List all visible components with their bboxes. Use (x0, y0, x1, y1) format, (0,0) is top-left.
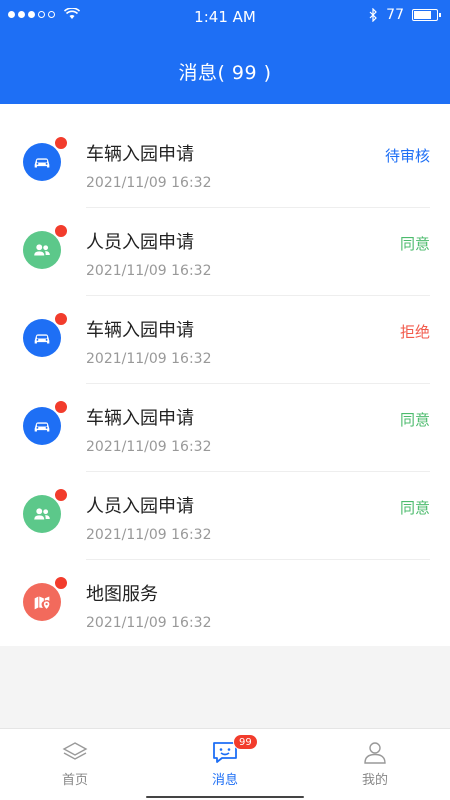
battery-level: 77 (386, 7, 404, 23)
message-item[interactable]: 车辆入园申请 2021/11/09 16:32 待审核 (0, 120, 450, 208)
message-list: 车辆入园申请 2021/11/09 16:32 待审核 人员入园申请 2021/… (0, 104, 450, 646)
header: 1:41 AM 77 消息( 99 ) (0, 0, 450, 104)
people-icon (23, 495, 61, 533)
map-icon (23, 583, 61, 621)
message-status: 同意 (399, 235, 430, 253)
message-title: 地图服务 (86, 584, 158, 605)
status-right: 77 (369, 7, 441, 23)
message-title: 人员入园申请 (86, 232, 194, 253)
car-icon (23, 407, 61, 445)
message-item[interactable]: 人员入园申请 2021/11/09 16:32 同意 (0, 472, 450, 560)
message-title: 车辆入园申请 (86, 144, 194, 165)
profile-icon (364, 742, 386, 764)
message-time: 2021/11/09 16:32 (86, 351, 212, 367)
tab-label: 消息 (211, 773, 238, 788)
tab-home[interactable]: 首页 (0, 729, 150, 800)
car-icon (23, 319, 61, 357)
unread-dot (54, 400, 68, 414)
unread-dot (54, 224, 68, 238)
unread-dot (54, 488, 68, 502)
people-icon (23, 231, 61, 269)
status-bar: 1:41 AM 77 (0, 0, 450, 34)
message-title: 人员入园申请 (86, 496, 194, 517)
message-status: 待审核 (384, 147, 430, 165)
home-indicator (146, 796, 304, 798)
message-item[interactable]: 车辆入园申请 2021/11/09 16:32 拒绝 (0, 296, 450, 384)
message-title: 车辆入园申请 (86, 320, 194, 341)
tab-label: 首页 (61, 773, 88, 788)
message-time: 2021/11/09 16:32 (86, 263, 212, 279)
home-icon (62, 742, 88, 760)
tab-label: 我的 (361, 773, 388, 788)
message-status: 同意 (399, 411, 430, 429)
message-time: 2021/11/09 16:32 (86, 175, 212, 191)
message-item[interactable]: 人员入园申请 2021/11/09 16:32 同意 (0, 208, 450, 296)
message-time: 2021/11/09 16:32 (86, 615, 212, 631)
message-title: 车辆入园申请 (86, 408, 194, 429)
message-item[interactable]: 车辆入园申请 2021/11/09 16:32 同意 (0, 384, 450, 472)
message-count-badge: 99 (233, 734, 258, 750)
car-icon (23, 143, 61, 181)
message-status: 同意 (399, 499, 430, 517)
message-status: 拒绝 (399, 323, 430, 341)
unread-dot (54, 576, 68, 590)
message-time: 2021/11/09 16:32 (86, 439, 212, 455)
tab-bar: 首页 99 消息 我的 (0, 728, 450, 800)
page-title: 消息( 99 ) (178, 62, 272, 84)
tab-messages[interactable]: 99 消息 (150, 729, 300, 800)
unread-dot (54, 136, 68, 150)
battery-icon (412, 9, 441, 21)
bluetooth-icon (369, 8, 378, 22)
message-item[interactable]: 地图服务 2021/11/09 16:32 (0, 560, 450, 648)
unread-dot (54, 312, 68, 326)
tab-profile[interactable]: 我的 (300, 729, 450, 800)
message-time: 2021/11/09 16:32 (86, 527, 212, 543)
